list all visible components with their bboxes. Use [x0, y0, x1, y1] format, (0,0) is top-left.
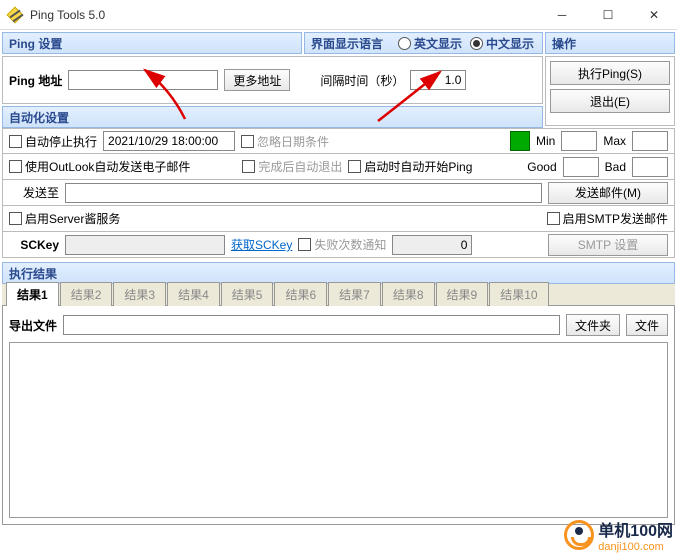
window-title: Ping Tools 5.0	[30, 8, 539, 22]
serverchan-checkbox[interactable]: 启用Server酱服务	[9, 210, 120, 227]
results-tab-4[interactable]: 结果4	[167, 282, 220, 306]
minimize-button[interactable]: ─	[539, 0, 585, 30]
max-label: Max	[603, 134, 626, 148]
sckey-label: SCKey	[9, 238, 59, 252]
sendto-input[interactable]	[65, 183, 542, 203]
logo-url: danji100.com	[598, 541, 673, 553]
status-color-box	[510, 131, 530, 151]
bad-input[interactable]	[632, 157, 668, 177]
ping-address-label: Ping 地址	[9, 72, 62, 89]
min-label: Min	[536, 134, 555, 148]
maximize-button[interactable]: ☐	[585, 0, 631, 30]
results-tab-5[interactable]: 结果5	[221, 282, 274, 306]
export-path-input[interactable]	[63, 315, 560, 335]
exit-after-checkbox[interactable]: 完成后自动退出	[242, 158, 342, 175]
client-area: Ping 设置 界面显示语言 英文显示 中文显示 操作 Ping 地址 更多地址…	[0, 30, 677, 557]
results-tab-10[interactable]: 结果10	[489, 282, 548, 306]
results-tab-9[interactable]: 结果9	[436, 282, 489, 306]
folder-button[interactable]: 文件夹	[566, 314, 620, 336]
ping-settings-header: Ping 设置	[2, 32, 302, 54]
max-input[interactable]	[632, 131, 668, 151]
smtp-settings-button[interactable]: SMTP 设置	[548, 234, 668, 256]
bad-label: Bad	[605, 160, 626, 174]
export-label: 导出文件	[9, 317, 57, 334]
auto-stop-checkbox[interactable]: 自动停止执行	[9, 133, 97, 150]
good-label: Good	[527, 160, 556, 174]
smtp-enable-checkbox[interactable]: 启用SMTP发送邮件	[547, 210, 668, 227]
results-textarea[interactable]	[9, 342, 668, 518]
results-header: 执行结果	[2, 262, 675, 284]
file-button[interactable]: 文件	[626, 314, 668, 336]
exit-button[interactable]: 退出(E)	[550, 89, 670, 113]
run-ping-button[interactable]: 执行Ping(S)	[550, 61, 670, 85]
watermark-logo: 单机100网 danji100.com	[564, 517, 673, 553]
results-tab-6[interactable]: 结果6	[274, 282, 327, 306]
sendto-label: 发送至	[9, 184, 59, 201]
ping-address-input[interactable]	[68, 70, 218, 90]
autostart-checkbox[interactable]: 启动时自动开始Ping	[348, 158, 472, 175]
min-input[interactable]	[561, 131, 597, 151]
results-tab-8[interactable]: 结果8	[382, 282, 435, 306]
get-sckey-link[interactable]: 获取SCKey	[231, 236, 292, 253]
logo-brand: 单机100网	[598, 517, 673, 541]
results-tab-3[interactable]: 结果3	[113, 282, 166, 306]
results-section: 执行结果 结果1结果2结果3结果4结果5结果6结果7结果8结果9结果10 导出文…	[2, 262, 675, 525]
app-icon	[8, 7, 24, 23]
close-button[interactable]: ✕	[631, 0, 677, 30]
radio-english[interactable]: 英文显示	[398, 35, 462, 52]
operations-panel: 执行Ping(S) 退出(E)	[545, 56, 675, 126]
operations-header: 操作	[545, 32, 675, 54]
language-label: 界面显示语言	[311, 35, 383, 52]
ignore-date-checkbox[interactable]: 忽略日期条件	[241, 133, 329, 150]
title-bar: Ping Tools 5.0 ─ ☐ ✕	[0, 0, 677, 30]
more-addresses-button[interactable]: 更多地址	[224, 69, 290, 91]
interval-input[interactable]	[410, 70, 466, 90]
results-tab-2[interactable]: 结果2	[60, 282, 113, 306]
fail-notify-checkbox[interactable]: 失败次数通知	[298, 236, 386, 253]
logo-icon	[564, 520, 594, 550]
results-tab-7[interactable]: 结果7	[328, 282, 381, 306]
outlook-checkbox[interactable]: 使用OutLook自动发送电子邮件	[9, 158, 190, 175]
sckey-input[interactable]	[65, 235, 225, 255]
language-header: 界面显示语言 英文显示 中文显示	[304, 32, 543, 54]
good-input[interactable]	[563, 157, 599, 177]
send-mail-button[interactable]: 发送邮件(M)	[548, 182, 668, 204]
results-tabs: 结果1结果2结果3结果4结果5结果6结果7结果8结果9结果10	[2, 284, 675, 306]
stop-datetime-input[interactable]	[103, 131, 235, 151]
results-tab-1[interactable]: 结果1	[6, 282, 59, 306]
automation-header: 自动化设置	[2, 106, 543, 128]
interval-label: 间隔时间（秒）	[320, 72, 404, 89]
ping-address-panel: Ping 地址 更多地址 间隔时间（秒）	[2, 56, 543, 104]
fail-count-input[interactable]	[392, 235, 472, 255]
automation-panel: 自动停止执行 忽略日期条件 Min Max 使用OutLook自动发送电子邮件 …	[2, 128, 675, 258]
radio-chinese[interactable]: 中文显示	[470, 35, 534, 52]
